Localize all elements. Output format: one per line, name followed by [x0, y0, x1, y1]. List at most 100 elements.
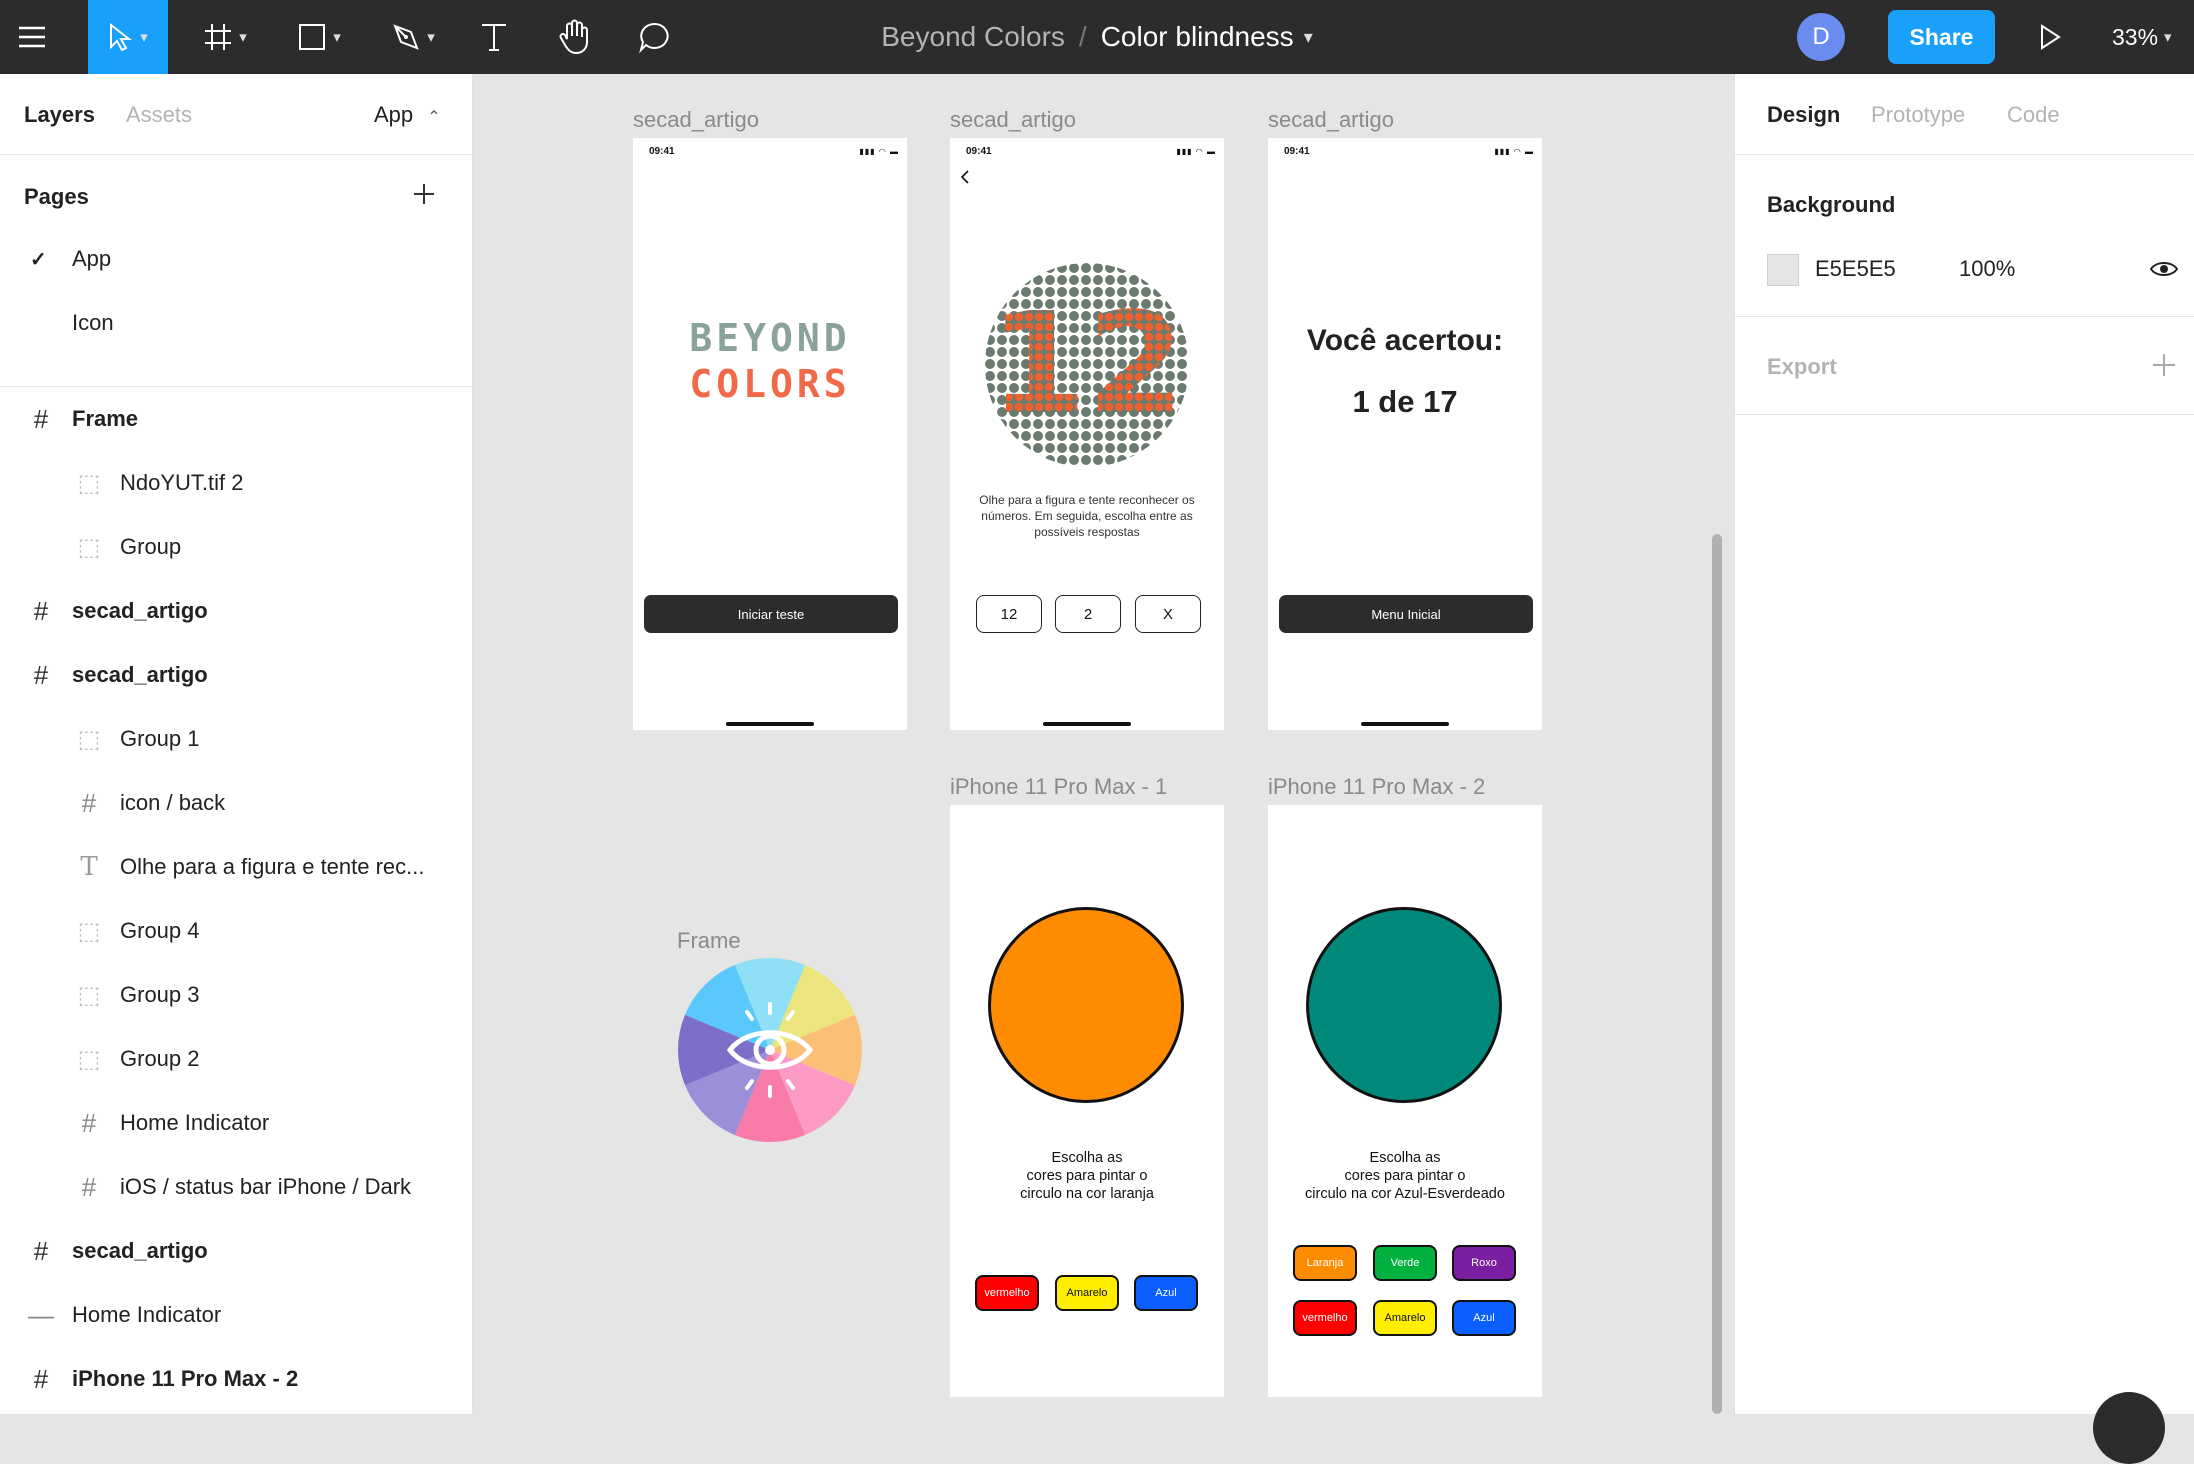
canvas-scrollbar[interactable] [1712, 534, 1722, 1414]
phone-frame-result[interactable]: 09:41 ▮▮▮ ◠ ▬ Você acertou: 1 de 17 Menu… [1268, 138, 1542, 730]
color-option-button[interactable]: Azul [1134, 1275, 1198, 1311]
answer-button[interactable]: X [1135, 595, 1201, 633]
layer-label: secad_artigo [72, 1238, 208, 1263]
color-circle [988, 907, 1184, 1103]
tab-prototype[interactable]: Prototype [1871, 102, 1965, 128]
share-button[interactable]: Share [1888, 10, 1995, 64]
frame-label[interactable]: secad_artigo [633, 107, 759, 133]
layer-label: iPhone 11 Pro Max - 2 [72, 1366, 299, 1391]
frame-tool-button[interactable]: ▾ [190, 0, 260, 74]
app-icon-frame[interactable] [677, 957, 863, 1143]
layer-label: iOS / status bar iPhone / Dark [120, 1174, 412, 1199]
layer-label: Frame [72, 406, 139, 431]
visibility-toggle[interactable] [2149, 254, 2179, 289]
layer-row[interactable]: ⬚ Group 3 [0, 972, 472, 1018]
frame-icon: # [33, 659, 49, 690]
status-time: 09:41 [649, 146, 675, 157]
color-option-button[interactable]: vermelho [1293, 1300, 1357, 1336]
background-opacity-input[interactable]: 100% [1959, 256, 2015, 282]
main-menu-button[interactable]: Menu Inicial [1279, 595, 1533, 633]
background-color-swatch[interactable] [1767, 254, 1799, 286]
color-option-button[interactable]: vermelho [975, 1275, 1039, 1311]
color-option-button[interactable]: Laranja [1293, 1245, 1357, 1281]
back-icon [960, 170, 969, 184]
project-name[interactable]: Beyond Colors [881, 21, 1065, 53]
pen-tool-button[interactable]: ▾ [378, 0, 448, 74]
frame-label[interactable]: Frame [677, 928, 741, 954]
layer-row[interactable]: ⬚ Group 2 [0, 1036, 472, 1082]
comment-tool-button[interactable] [628, 0, 682, 74]
frame-icon: # [33, 595, 49, 626]
layer-row[interactable]: ⬚ Group [0, 524, 472, 570]
page-item-label: Icon [72, 310, 114, 335]
result-score: 1 de 17 [1352, 384, 1458, 419]
layer-row[interactable]: ⬚ NdoYUT.tif 2 [0, 460, 472, 506]
start-test-button[interactable]: Iniciar teste [644, 595, 898, 633]
layer-label: icon / back [120, 790, 226, 815]
help-button[interactable] [2093, 1392, 2165, 1464]
background-hex-input[interactable]: E5E5E5 [1815, 256, 1896, 282]
prompt-line: cores para pintar o [1344, 1168, 1466, 1184]
layer-row[interactable]: ⬚ Group 1 [0, 716, 472, 762]
shape-tool-button[interactable]: ▾ [284, 0, 354, 74]
layer-row[interactable]: # Home Indicator [0, 1100, 472, 1146]
panel-divider [0, 386, 472, 387]
layer-row[interactable]: ⬚ Group 4 [0, 908, 472, 954]
add-export-button[interactable] [2149, 350, 2179, 385]
layer-row[interactable]: # secad_artigo [0, 588, 472, 634]
page-item[interactable]: Icon [0, 300, 472, 346]
pages-section-title: Pages [24, 184, 89, 209]
group-icon: ⬚ [77, 533, 101, 561]
chevron-down-icon[interactable]: ▾ [1304, 27, 1313, 48]
color-option-button[interactable]: Azul [1452, 1300, 1516, 1336]
answer-button[interactable]: 2 [1055, 595, 1121, 633]
ishihara-plate: 12 [985, 263, 1189, 467]
layer-row[interactable]: # secad_artigo [0, 652, 472, 698]
layer-row[interactable]: # icon / back [0, 780, 472, 826]
layer-row[interactable]: # iPhone 11 Pro Max - 2 [0, 1356, 472, 1402]
phone-frame-teal[interactable]: Escolha as cores para pintar o circulo n… [1268, 805, 1542, 1397]
avatar[interactable]: D [1797, 13, 1845, 61]
play-icon [2041, 24, 2061, 50]
group-icon: ⬚ [77, 1045, 101, 1073]
frame-label[interactable]: secad_artigo [950, 107, 1076, 133]
hand-icon [559, 19, 588, 55]
chevron-down-icon: ▾ [333, 29, 341, 46]
hand-tool-button[interactable] [548, 0, 602, 74]
frame-icon: # [33, 1363, 49, 1394]
tab-assets[interactable]: Assets [126, 102, 192, 128]
frame-label[interactable]: iPhone 11 Pro Max - 1 [950, 774, 1167, 800]
layer-row[interactable]: # Frame [0, 396, 472, 442]
page-selector[interactable]: App ⌃ [374, 102, 441, 128]
color-option-button[interactable]: Amarelo [1373, 1300, 1437, 1336]
tab-design[interactable]: Design [1767, 102, 1840, 128]
move-tool-button[interactable]: ▾ [88, 0, 168, 74]
file-name[interactable]: Color blindness [1101, 21, 1294, 53]
layer-row[interactable]: T Olhe para a figura e tente rec... [0, 844, 472, 890]
layer-row[interactable]: # iOS / status bar iPhone / Dark [0, 1164, 472, 1210]
pen-icon [393, 24, 419, 50]
phone-frame-start[interactable]: 09:41 ▮▮▮ ◠ ▬ BEYOND COLORS Iniciar test… [633, 138, 907, 730]
layer-row[interactable]: # secad_artigo [0, 1228, 472, 1274]
main-menu-icon[interactable] [0, 0, 64, 74]
tab-code[interactable]: Code [2007, 102, 2060, 128]
present-button[interactable] [2030, 0, 2070, 74]
phone-frame-orange[interactable]: Escolha as cores para pintar o circulo n… [950, 805, 1224, 1397]
frame-icon: # [81, 1171, 97, 1202]
tab-layers[interactable]: Layers [24, 102, 95, 128]
color-option-button[interactable]: Roxo [1452, 1245, 1516, 1281]
answer-button[interactable]: 12 [976, 595, 1042, 633]
text-tool-button[interactable] [472, 0, 516, 74]
zoom-dropdown[interactable]: 33% ▾ [2112, 0, 2172, 74]
phone-frame-plate[interactable]: 09:41 ▮▮▮ ◠ ▬ 12 Olhe para a figura e te… [950, 138, 1224, 730]
layer-label: NdoYUT.tif 2 [120, 470, 244, 495]
color-option-button[interactable]: Amarelo [1055, 1275, 1119, 1311]
page-item[interactable]: ✓ App [0, 236, 472, 282]
back-button[interactable] [958, 168, 974, 191]
color-option-button[interactable]: Verde [1373, 1245, 1437, 1281]
layer-row[interactable]: — Home Indicator [0, 1292, 472, 1338]
add-page-button[interactable] [408, 178, 440, 210]
frame-label[interactable]: secad_artigo [1268, 107, 1394, 133]
prompt-line: circulo na cor Azul-Esverdeado [1305, 1186, 1505, 1202]
frame-label[interactable]: iPhone 11 Pro Max - 2 [1268, 774, 1485, 800]
